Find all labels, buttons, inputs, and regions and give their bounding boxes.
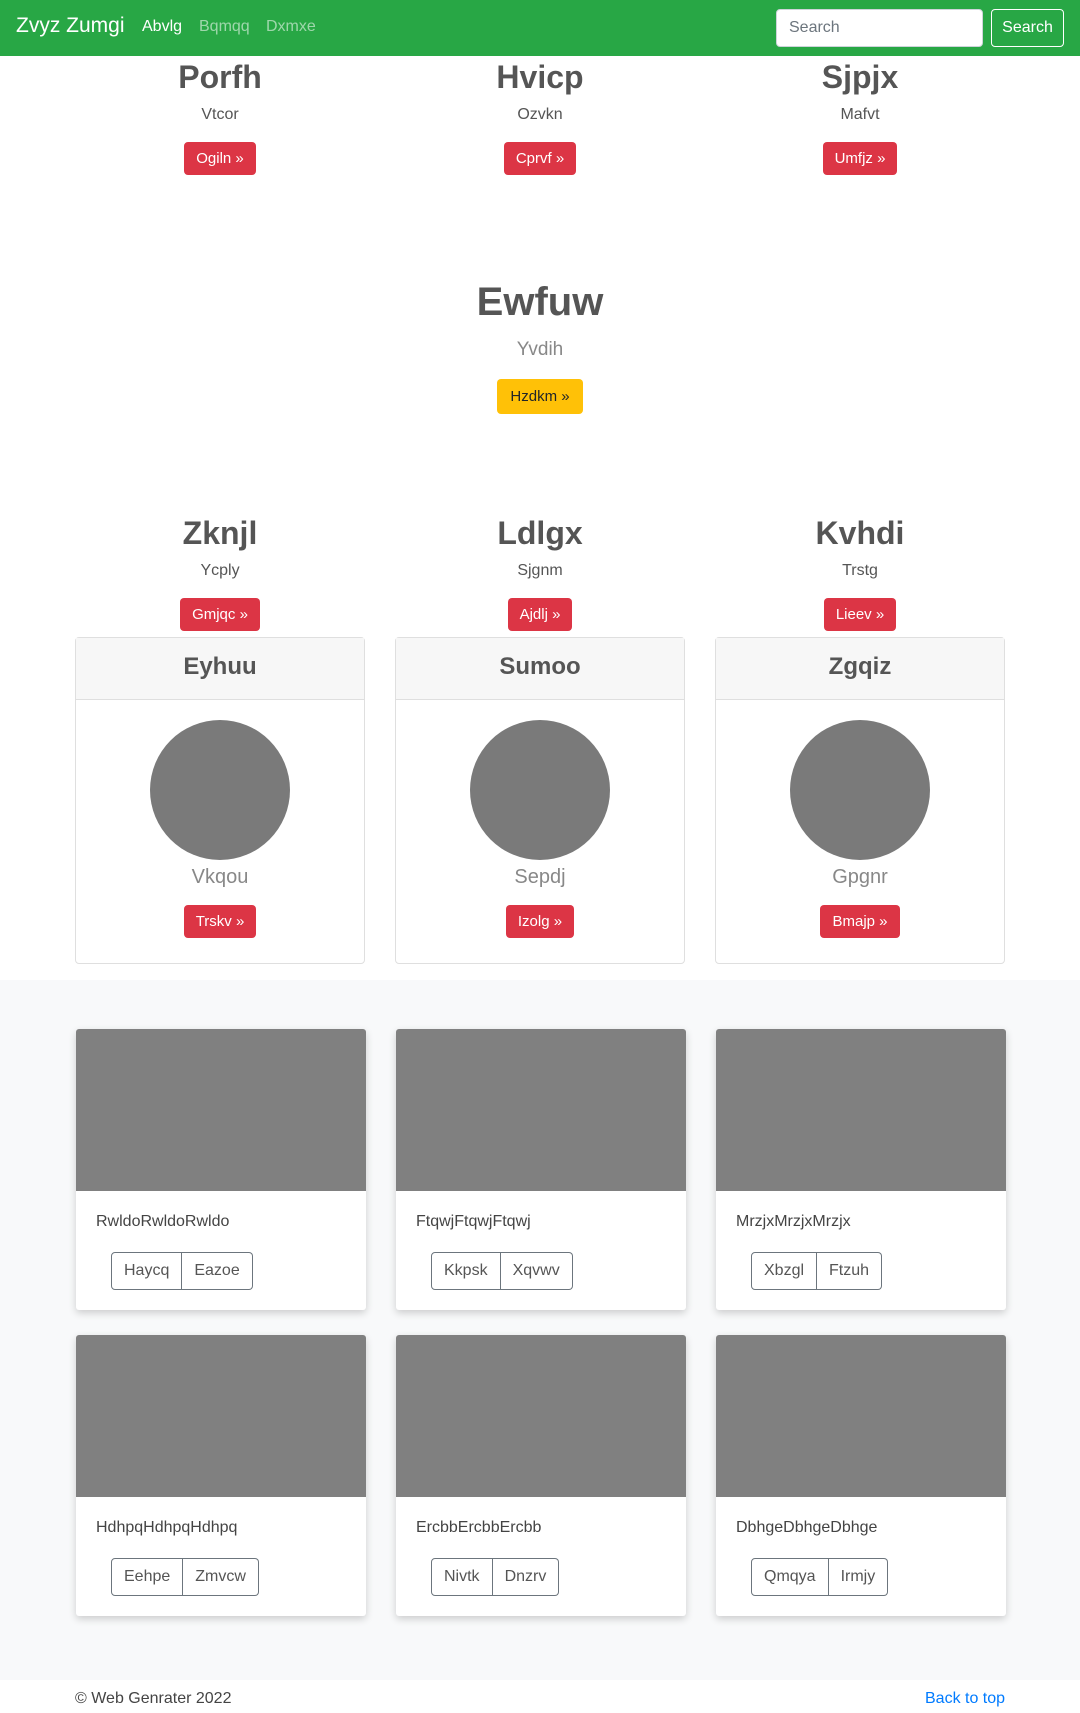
profile-button[interactable]: Trskv » (183, 905, 257, 938)
button-group: Xbzgl Ftzuh (751, 1252, 883, 1290)
album-button[interactable]: Ftzuh (817, 1252, 883, 1290)
avatar (790, 720, 930, 860)
album-button[interactable]: Dnzrv (492, 1558, 560, 1596)
feature-subtitle: Ozvkn (517, 106, 563, 124)
profile-card-header: Sumoo (396, 638, 684, 700)
thumbnail-image (396, 1029, 686, 1191)
album-button[interactable]: Eehpe (111, 1558, 184, 1596)
feature-title: Ldlgx (497, 515, 583, 551)
nav-link-dxmxe[interactable]: Dxmxe (266, 18, 316, 36)
album-card: DbhgeDbhgeDbhge Qmqya Irmjy (716, 1335, 1006, 1616)
hero-title: Ewfuw (476, 280, 604, 324)
album-button[interactable]: Qmqya (751, 1558, 829, 1596)
profile-name: Vkqou (191, 866, 249, 888)
nav-link-bqmqq[interactable]: Bqmqq (199, 18, 250, 36)
feature-column-3: Sjpjx Mafvt Umfjz » (700, 58, 1020, 176)
thumbnail-image (76, 1029, 366, 1191)
album-card: RwldoRwldoRwldo Haycq Eazoe (76, 1029, 366, 1310)
feature-button[interactable]: Ajdlj » (507, 598, 573, 632)
feature-subtitle: Vtcor (201, 106, 239, 124)
back-to-top-link[interactable]: Back to top (925, 1690, 1005, 1708)
profile-button[interactable]: Bmajp » (820, 905, 900, 938)
feature-column-4: Zknjl Ycply Gmjqc » (60, 514, 380, 632)
feature-subtitle: Ycply (200, 562, 240, 580)
album-card-text: DbhgeDbhgeDbhge (736, 1519, 878, 1536)
profile-card: Sumoo Sepdj Izolg » (395, 637, 685, 964)
feature-title: Hvicp (496, 59, 584, 95)
feature-subtitle: Mafvt (840, 106, 880, 124)
album-card: ErcbbErcbbErcbb Nivtk Dnzrv (396, 1335, 686, 1616)
feature-column-2: Hvicp Ozvkn Cprvf » (380, 58, 700, 176)
album-button[interactable]: Eazoe (182, 1252, 253, 1290)
profile-card-header: Zgqiz (716, 638, 1004, 700)
feature-column-5: Ldlgx Sjgnm Ajdlj » (380, 514, 700, 632)
profile-card-header: Eyhuu (76, 638, 364, 700)
album-button[interactable]: Xbzgl (751, 1252, 818, 1290)
profile-name: Gpgnr (832, 866, 888, 888)
feature-title: Kvhdi (815, 515, 905, 551)
footer-copyright: © Web Genrater 2022 (75, 1690, 232, 1707)
album-button[interactable]: Zmvcw (183, 1558, 259, 1596)
thumbnail-image (396, 1335, 686, 1497)
nav-link-abvlg[interactable]: Abvlg (142, 18, 182, 36)
album-card-text: ErcbbErcbbErcbb (416, 1519, 542, 1536)
thumbnail-image (716, 1335, 1006, 1497)
album-card-text: FtqwjFtqwjFtqwj (416, 1213, 531, 1230)
album-section: RwldoRwldoRwldo Haycq Eazoe FtqwjFtqwjFt… (0, 980, 1080, 1680)
album-button[interactable]: Haycq (111, 1252, 183, 1290)
album-card: HdhpqHdhpqHdhpq Eehpe Zmvcw (76, 1335, 366, 1616)
album-button[interactable]: Xqvwv (500, 1252, 573, 1290)
button-group: Kkpsk Xqvwv (431, 1252, 573, 1290)
button-group: Nivtk Dnzrv (431, 1558, 560, 1596)
feature-button[interactable]: Umfjz » (822, 142, 898, 176)
feature-column-6: Kvhdi Trstg Lieev » (700, 514, 1020, 632)
album-button[interactable]: Nivtk (431, 1558, 493, 1596)
navbar: Zvyz Zumgi Abvlg Bqmqq Dxmxe Search (0, 0, 1080, 56)
profile-name: Sepdj (514, 866, 566, 888)
feature-button[interactable]: Ogiln » (184, 142, 256, 176)
feature-title: Porfh (178, 59, 262, 95)
album-button[interactable]: Irmjy (828, 1558, 889, 1596)
hero-subtitle: Yvdih (516, 339, 564, 360)
thumbnail-image (76, 1335, 366, 1497)
feature-title: Sjpjx (821, 59, 899, 95)
hero: Ewfuw Yvdih Hzdkm » (0, 280, 1080, 414)
search-input[interactable] (776, 9, 983, 47)
profile-button[interactable]: Izolg » (505, 905, 575, 938)
feature-button[interactable]: Gmjqc » (180, 598, 260, 632)
hero-button[interactable]: Hzdkm » (497, 379, 583, 414)
profile-card: Eyhuu Vkqou Trskv » (75, 637, 365, 964)
album-card-text: HdhpqHdhpqHdhpq (96, 1519, 238, 1536)
feature-button[interactable]: Lieev » (823, 598, 897, 632)
search-button[interactable]: Search (991, 9, 1064, 47)
feature-title: Zknjl (182, 515, 258, 551)
feature-subtitle: Sjgnm (517, 562, 563, 580)
album-card-text: RwldoRwldoRwldo (96, 1213, 230, 1230)
thumbnail-image (716, 1029, 1006, 1191)
button-group: Eehpe Zmvcw (111, 1558, 259, 1596)
feature-button[interactable]: Cprvf » (503, 142, 577, 176)
avatar (470, 720, 610, 860)
album-card-text: MrzjxMrzjxMrzjx (736, 1213, 851, 1230)
profile-card: Zgqiz Gpgnr Bmajp » (715, 637, 1005, 964)
feature-column-1: Porfh Vtcor Ogiln » (60, 58, 380, 176)
album-button[interactable]: Kkpsk (431, 1252, 501, 1290)
album-card: MrzjxMrzjxMrzjx Xbzgl Ftzuh (716, 1029, 1006, 1310)
brand[interactable]: Zvyz Zumgi (16, 14, 125, 38)
avatar (150, 720, 290, 860)
button-group: Qmqya Irmjy (751, 1558, 889, 1596)
album-card: FtqwjFtqwjFtqwj Kkpsk Xqvwv (396, 1029, 686, 1310)
feature-subtitle: Trstg (842, 562, 878, 580)
button-group: Haycq Eazoe (111, 1252, 253, 1290)
